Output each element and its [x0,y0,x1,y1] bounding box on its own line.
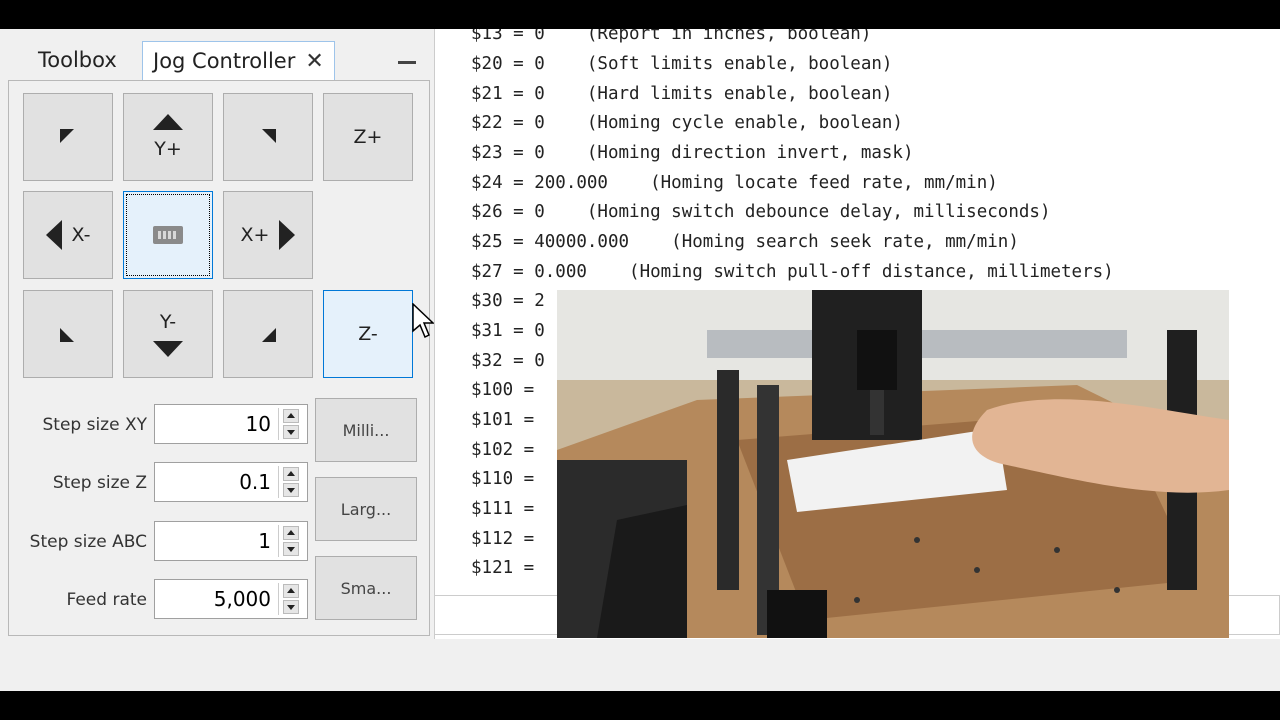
spinner-arrows [278,466,303,498]
jog-content: Y+ Z+ X- X+ Y- Z- Step size XY 10 Step s… [8,80,430,636]
console-line: $23 = 0 (Homing direction invert, mask) [471,143,914,163]
jog-panel: Toolbox Jog Controller ✕ Y+ Z+ X- X+ Y- … [4,29,430,636]
console-line: $26 = 0 (Homing switch debounce delay, m… [471,202,1051,222]
jog-x-minus-button[interactable]: X- [23,191,113,279]
console-line: $110 = [471,469,535,489]
tab-jog-label: Jog Controller [153,49,296,73]
y-plus-label: Y+ [154,138,182,160]
spin-down-button[interactable] [283,542,299,556]
step-size-abc-value: 1 [258,529,271,553]
arrow-right-icon [279,220,296,250]
spin-down-button[interactable] [283,600,299,614]
tab-toolbox-label: Toolbox [38,48,117,72]
step-size-xy-value: 10 [245,412,271,436]
large-step-label: Larg... [340,499,392,519]
console-line: $100 = [471,380,535,400]
step-size-z-input[interactable]: 0.1 [154,462,308,502]
step-size-abc-label: Step size ABC [29,532,147,552]
mouse-cursor-icon [412,303,435,339]
x-minus-label: X- [71,224,91,246]
jog-z-plus-button[interactable]: Z+ [323,93,413,181]
step-size-z-value: 0.1 [239,470,271,494]
jog-x-plus-button[interactable]: X+ [223,191,313,279]
step-size-abc-input[interactable]: 1 [154,521,308,561]
console-line: $20 = 0 (Soft limits enable, boolean) [471,54,893,74]
spin-down-button[interactable] [283,483,299,497]
spin-up-button[interactable] [283,467,299,481]
spinner-arrows [278,525,303,557]
jog-x-plus-y-minus-button[interactable] [223,290,313,378]
keyboard-jog-button[interactable] [123,191,213,279]
millimeter-unit-button[interactable]: Milli... [315,398,417,462]
close-icon[interactable]: ✕ [305,49,323,74]
jog-y-minus-button[interactable]: Y- [123,290,213,378]
console-line: $32 = 0 [471,351,545,371]
console-line: $13 = 0 (Report in inches, boolean) [471,29,872,44]
jog-z-minus-button[interactable]: Z- [323,290,413,378]
screen: Toolbox Jog Controller ✕ Y+ Z+ X- X+ Y- … [0,29,1280,691]
console-line: $24 = 200.000 (Homing locate feed rate, … [471,173,998,193]
feed-rate-input[interactable]: 5,000 [154,579,308,619]
spinner-arrows [278,408,303,440]
console-line: $25 = 40000.000 (Homing search seek rate… [471,232,1019,252]
jog-x-minus-y-minus-button[interactable] [23,290,113,378]
jog-x-plus-y-plus-button[interactable] [223,93,313,181]
feed-rate-label: Feed rate [66,590,148,610]
millimeter-unit-label: Milli... [342,420,390,440]
spinner-arrows [278,583,303,615]
feed-rate-value: 5,000 [213,587,271,611]
diagonal-arrow-icon [262,129,276,143]
tab-jog-controller[interactable]: Jog Controller ✕ [142,41,335,81]
diagonal-arrow-icon [262,328,276,342]
spin-up-button[interactable] [283,526,299,540]
z-minus-label: Z- [358,323,378,345]
jog-y-plus-button[interactable]: Y+ [123,93,213,181]
panel-tabs: Toolbox Jog Controller ✕ [8,41,428,81]
keyboard-icon [153,226,183,244]
arrow-down-icon [153,341,183,357]
arrow-left-icon [45,220,62,250]
console-line: $31 = 0 [471,321,545,341]
diagonal-arrow-icon [60,129,74,143]
console-line: $101 = [471,410,535,430]
console-line: $27 = 0.000 (Homing switch pull-off dist… [471,262,1114,282]
step-size-xy-label: Step size XY [42,415,147,435]
console-line: $22 = 0 (Homing cycle enable, boolean) [471,113,903,133]
arrow-up-icon [153,114,183,130]
console-line: $111 = [471,499,535,519]
jog-x-minus-y-plus-button[interactable] [23,93,113,181]
console-line: $30 = 2 [471,291,545,311]
spin-up-button[interactable] [283,409,299,423]
diagonal-arrow-icon [60,328,74,342]
small-step-label: Sma... [340,578,392,598]
spin-down-button[interactable] [283,425,299,439]
large-step-button[interactable]: Larg... [315,477,417,541]
y-minus-label: Y- [159,311,177,333]
console-line: $112 = [471,529,535,549]
x-plus-label: X+ [240,224,270,246]
small-step-button[interactable]: Sma... [315,556,417,620]
z-plus-label: Z+ [353,126,383,148]
minimize-icon[interactable] [398,61,416,64]
console-line: $102 = [471,440,535,460]
spin-up-button[interactable] [283,584,299,598]
tab-toolbox[interactable]: Toolbox [26,41,129,79]
step-size-z-label: Step size Z [52,473,147,493]
cnc-machine-photo [557,290,1229,638]
console-line: $121 = [471,558,535,578]
console-line: $21 = 0 (Hard limits enable, boolean) [471,84,893,104]
step-size-xy-input[interactable]: 10 [154,404,308,444]
